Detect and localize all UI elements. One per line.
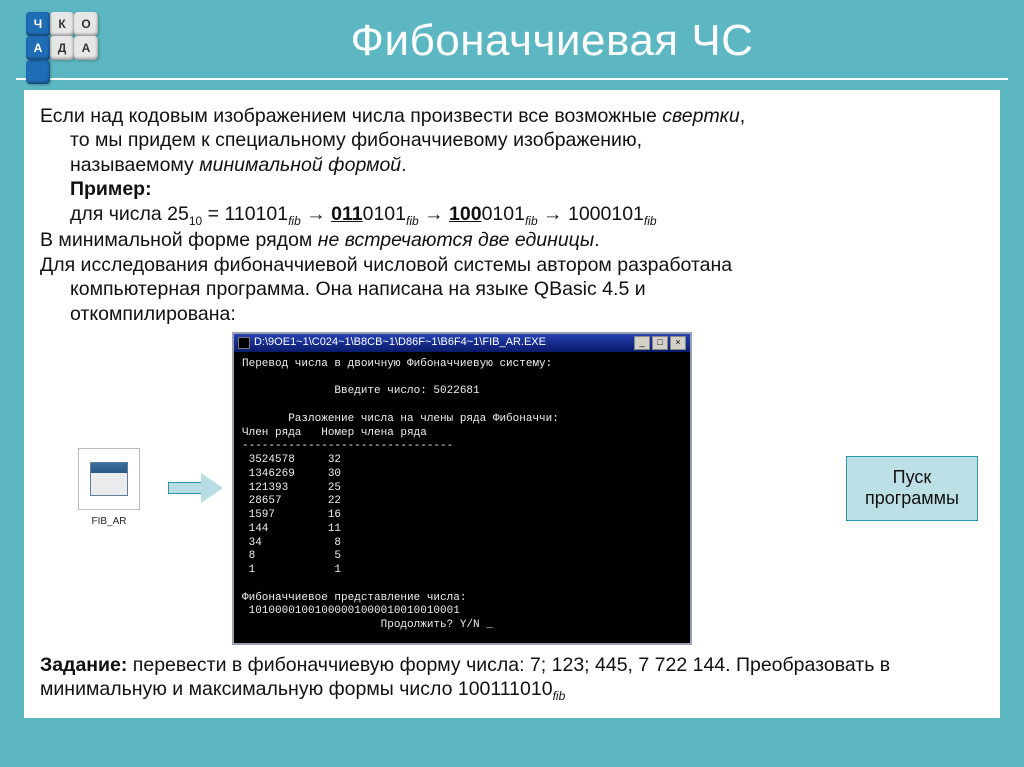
console-titlebar: D:\9OE1~1\C024~1\B8CB~1\D86F~1\B6F4~1\FI… — [234, 334, 690, 352]
paragraph-2: В минимальной форме рядом не встречаются… — [40, 228, 984, 252]
program-icon[interactable] — [78, 448, 140, 510]
text-italic: свертки — [662, 105, 740, 127]
logo-key: К — [50, 12, 74, 36]
task-block: Задание: перевести в фибоначчиевую форму… — [40, 653, 984, 704]
logo-key: А — [74, 36, 98, 60]
task-text: перевести в фибоначчиевую форму числа: 7… — [40, 654, 890, 700]
console-output: Перевод числа в двоичную Фибоначчиевую с… — [234, 352, 690, 643]
program-icon-block: FIB_AR — [60, 448, 158, 529]
close-button[interactable]: × — [670, 336, 686, 350]
content-card: Если над кодовым изображением числа прои… — [24, 90, 1000, 718]
page-title: Фибоначчиевая ЧС — [96, 16, 1008, 66]
logo-key: Ч — [26, 12, 50, 36]
maximize-button[interactable]: □ — [652, 336, 668, 350]
example-line: для числа 2510 = 110101fib → 0110101fib … — [40, 202, 984, 229]
slide-header: Ч А К О Д А Ч А Фибоначчиевая ЧС — [16, 0, 1008, 80]
console-title: D:\9OE1~1\C024~1\B8CB~1\D86F~1\B6F4~1\FI… — [254, 336, 546, 350]
text: то мы придем к специальному фибоначчиево… — [40, 128, 984, 152]
middle-row: FIB_AR D:\9OE1~1\C024~1\B8CB~1\D86F~1\B6… — [40, 332, 984, 645]
run-program-button[interactable]: Пуск программы — [846, 456, 978, 521]
cmd-icon — [238, 337, 250, 349]
minimize-button[interactable]: _ — [634, 336, 650, 350]
paragraph-3c: откомпилирована: — [40, 302, 984, 326]
run-label-1: Пуск — [865, 467, 959, 489]
paragraph-3b: компьютерная программа. Она написана на … — [40, 277, 984, 301]
arrow-icon — [168, 476, 222, 500]
logo-key: Д — [50, 36, 74, 60]
task-label: Задание: — [40, 654, 127, 676]
logo-key — [26, 60, 50, 84]
paragraph-block: Если над кодовым изображением числа прои… — [40, 104, 984, 326]
text: Если над кодовым изображением числа прои… — [40, 105, 662, 127]
logo: Ч А К О Д А Ч А — [26, 8, 96, 74]
example-label: Пример: — [70, 178, 152, 200]
icon-caption: FIB_AR — [91, 516, 126, 529]
text: называемому минимальной формой. — [40, 153, 984, 177]
paragraph-3: Для исследования фибоначчиевой числовой … — [40, 253, 984, 277]
run-label-2: программы — [865, 488, 959, 510]
logo-key: А — [26, 36, 50, 60]
logo-key: О — [74, 12, 98, 36]
console-window: D:\9OE1~1\C024~1\B8CB~1\D86F~1\B6F4~1\FI… — [232, 332, 692, 645]
application-icon — [90, 462, 128, 496]
